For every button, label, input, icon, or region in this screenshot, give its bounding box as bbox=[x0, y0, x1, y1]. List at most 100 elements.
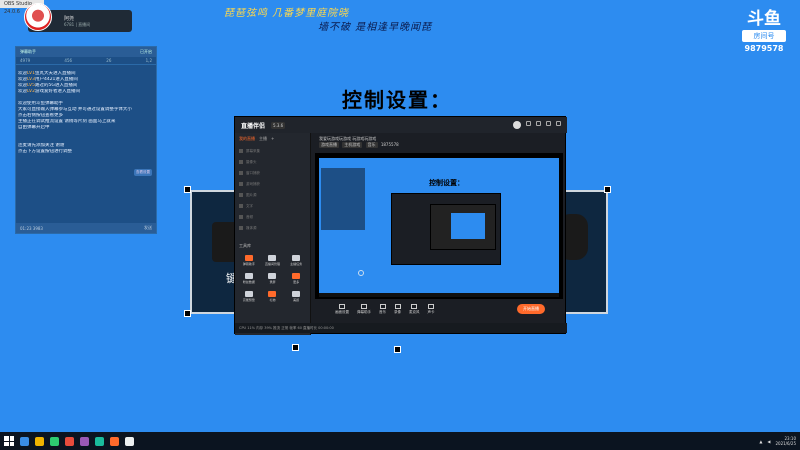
tool-button[interactable]: 弹幕助手 bbox=[239, 255, 259, 269]
maximize-icon[interactable] bbox=[546, 121, 551, 126]
preview-taskbar bbox=[319, 293, 559, 297]
chat-header-right[interactable]: 已开启 bbox=[140, 49, 152, 55]
resize-handle[interactable] bbox=[292, 344, 299, 351]
chat-stat: 4979 bbox=[20, 58, 31, 63]
close-icon[interactable] bbox=[556, 121, 561, 126]
tool-icon bbox=[244, 291, 253, 297]
overlay-line-1: 琵琶弦鸣 几番梦里庭院晓 bbox=[224, 8, 350, 19]
app-icon[interactable] bbox=[80, 436, 89, 446]
tool-button[interactable]: 更多 bbox=[286, 273, 306, 287]
source-icon bbox=[239, 182, 243, 186]
folder-icon[interactable] bbox=[35, 436, 44, 446]
live-app-icon[interactable] bbox=[110, 436, 119, 446]
chat-stats: 4979 456 26 1,2 bbox=[16, 57, 156, 65]
minimize-icon[interactable] bbox=[536, 121, 541, 126]
tool-button[interactable]: 高能预警 bbox=[239, 291, 259, 305]
clock[interactable]: 23:10 2021/6/25 bbox=[775, 436, 796, 446]
source-item[interactable]: 媒体源 bbox=[239, 223, 306, 233]
douyu-logo: 斗鱼 bbox=[747, 9, 781, 29]
taskbar: ▲ ◀ 23:10 2021/6/25 bbox=[0, 432, 800, 450]
preview-app-window bbox=[391, 193, 501, 265]
room-number: 9879578 bbox=[744, 44, 784, 53]
avatar[interactable] bbox=[24, 3, 52, 31]
source-icon bbox=[239, 193, 243, 197]
wechat-icon[interactable] bbox=[50, 436, 59, 446]
network-icon[interactable]: ▲ bbox=[759, 439, 762, 444]
settings-icon[interactable] bbox=[526, 121, 531, 126]
record-icon bbox=[394, 303, 401, 309]
category-pill[interactable]: 主机游戏 bbox=[342, 142, 363, 148]
tool-icon bbox=[244, 273, 253, 279]
source-icon bbox=[239, 226, 243, 230]
control-button[interactable]: 声卡 bbox=[428, 303, 435, 315]
control-button[interactable]: 画面设置 bbox=[335, 303, 349, 315]
mic-icon bbox=[411, 303, 418, 309]
app-icon[interactable] bbox=[65, 436, 74, 446]
control-button[interactable]: 弹幕助手 bbox=[357, 303, 371, 315]
source-item[interactable]: 音频 bbox=[239, 212, 306, 222]
page-heading: 控制设置： bbox=[342, 88, 452, 112]
tool-button[interactable]: 录屏 bbox=[263, 273, 283, 287]
volume-icon[interactable]: ◀ bbox=[767, 439, 770, 444]
resize-handle[interactable] bbox=[184, 310, 191, 317]
start-live-button[interactable]: 开始直播 bbox=[517, 304, 545, 314]
source-item[interactable]: 游戏捕获 bbox=[239, 179, 306, 189]
screen-icon bbox=[339, 303, 345, 309]
sources-sidebar: 我的直播 主播 + 屏幕采集 摄像头 窗口捕获 游戏捕获 图片源 文字 音频 媒… bbox=[235, 133, 311, 335]
app-window: 直播伴侣 5.3.6 我的直播 主播 + 屏幕采集 摄像头 窗口捕获 游戏捕获 … bbox=[234, 116, 567, 335]
tool-button[interactable]: 美颜 bbox=[286, 291, 306, 305]
room-stats: 1875578 bbox=[380, 142, 399, 147]
category-pill[interactable]: 游戏直播 bbox=[319, 142, 339, 148]
category-pill[interactable]: 音乐 bbox=[365, 142, 378, 148]
tab-anchor[interactable]: 主播 bbox=[259, 136, 267, 142]
source-item[interactable]: 文字 bbox=[239, 201, 306, 211]
tab-my-live[interactable]: 我的直播 bbox=[239, 136, 255, 142]
browser-icon[interactable] bbox=[20, 436, 29, 446]
control-button[interactable]: 麦克风 bbox=[409, 303, 420, 315]
app-version: 5.3.6 bbox=[271, 121, 286, 129]
chat-header-left: 弹幕助手 bbox=[20, 49, 36, 54]
source-icon bbox=[239, 171, 243, 175]
stream-preview[interactable]: 控制设置： bbox=[315, 153, 563, 299]
chat-send-button[interactable]: 发送 bbox=[144, 225, 152, 231]
status-bar: CPU 11% 内存 39% 推流 正常 帧率 60 直播时长 00:00:00 bbox=[235, 323, 567, 333]
source-icon bbox=[239, 149, 243, 153]
source-item[interactable]: 屏幕采集 bbox=[239, 146, 306, 156]
source-item[interactable]: 摄像头 bbox=[239, 157, 306, 167]
resize-handle[interactable] bbox=[604, 186, 611, 193]
chat-footer-left: 01:23 3983 bbox=[20, 225, 43, 231]
chat-stat: 26 bbox=[106, 58, 112, 63]
room-tag: 房间号 bbox=[742, 30, 786, 42]
control-button[interactable]: 音乐 bbox=[379, 303, 386, 315]
cursor-icon bbox=[358, 270, 364, 276]
tool-button[interactable]: 直播间管理 bbox=[263, 255, 283, 269]
source-icon bbox=[239, 160, 243, 164]
tool-icon bbox=[244, 255, 253, 261]
chat-panel: 弹幕助手 已开启 4979 456 26 1,2 欢迎LV1鱼丸大夫进入直播间 … bbox=[15, 46, 157, 234]
start-icon[interactable] bbox=[4, 436, 14, 446]
preview-nested-canvas bbox=[451, 213, 485, 239]
source-item[interactable]: 图片源 bbox=[239, 190, 306, 200]
chat-stat: 456 bbox=[64, 58, 73, 63]
resize-handle[interactable] bbox=[394, 346, 401, 353]
preview-canvas: 控制设置： bbox=[319, 158, 559, 294]
app-icon[interactable] bbox=[125, 436, 134, 446]
app-icon[interactable] bbox=[95, 436, 104, 446]
tool-button[interactable]: 礼物 bbox=[263, 291, 283, 305]
chat-settings-badge[interactable]: 查看设置 bbox=[134, 169, 152, 176]
tab-add[interactable]: + bbox=[271, 136, 274, 142]
music-icon bbox=[379, 303, 386, 309]
tools-title: 工具库 bbox=[239, 243, 251, 248]
user-avatar[interactable] bbox=[513, 121, 521, 129]
system-tray: ▲ ◀ 23:10 2021/6/25 bbox=[759, 436, 796, 446]
tool-button[interactable]: 粉丝数据 bbox=[239, 273, 259, 287]
tool-icon bbox=[268, 291, 277, 297]
resize-handle[interactable] bbox=[184, 186, 191, 193]
chat-stat: 1,2 bbox=[145, 58, 152, 63]
sidebar-tabs: 我的直播 主播 + bbox=[235, 133, 310, 145]
source-item[interactable]: 窗口捕获 bbox=[239, 168, 306, 178]
tool-button[interactable]: 主播任务 bbox=[286, 255, 306, 269]
preview-chat-panel bbox=[321, 168, 365, 230]
preview-heading: 控制设置： bbox=[429, 179, 464, 187]
control-button[interactable]: 录像 bbox=[394, 303, 401, 315]
